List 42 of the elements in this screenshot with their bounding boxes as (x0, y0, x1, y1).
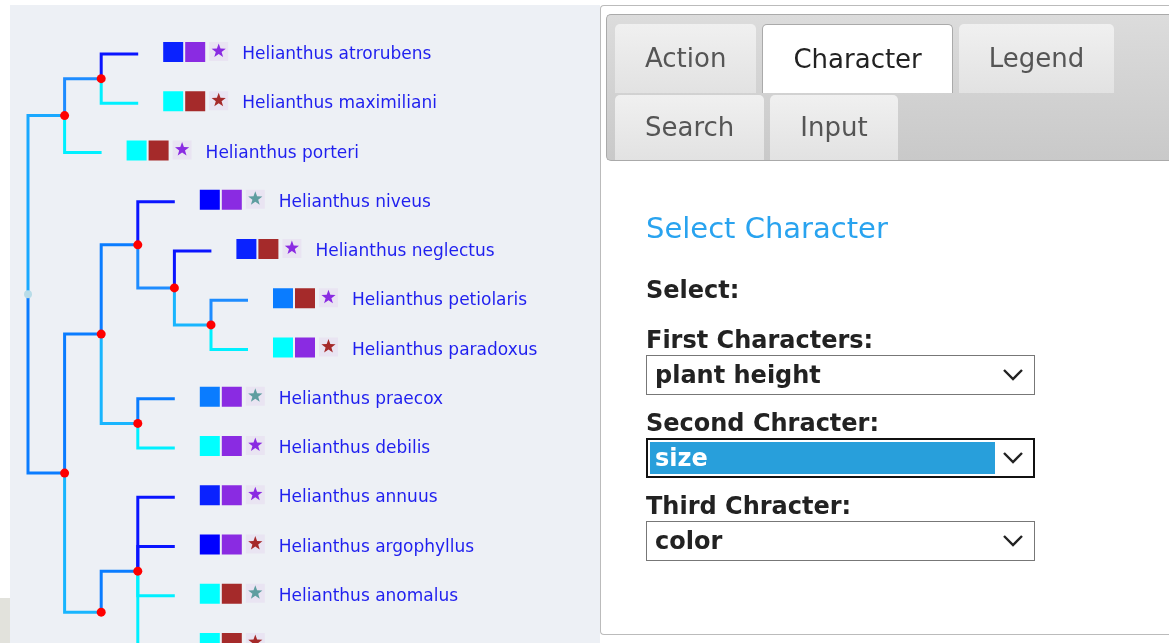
species-label[interactable]: Helianthus porteri (205, 141, 359, 162)
node-dot (96, 74, 106, 84)
species-label[interactable]: Helianthus praecox (278, 387, 444, 408)
chevron-down-icon (1003, 452, 1023, 464)
node-dot (96, 329, 106, 339)
node-dot (133, 240, 143, 250)
field-label: Third Chracter: (646, 491, 853, 521)
species-label[interactable]: Helianthus petiolaris (352, 289, 528, 310)
species-label[interactable]: Helianthus anomalus (278, 584, 459, 605)
node-dot (24, 290, 32, 299)
species-label[interactable]: Helianthus maximiliani (242, 92, 437, 113)
node-dot (169, 283, 179, 293)
tab[interactable]: Legend (958, 24, 1115, 93)
section-label: Select: (646, 275, 741, 305)
tab[interactable]: Character (762, 24, 953, 93)
tab[interactable]: Action (615, 24, 757, 93)
node-dot (96, 607, 106, 617)
species-label[interactable]: Helianthus annuus (278, 486, 438, 507)
node-dot (133, 566, 143, 576)
chevron-down-icon (1003, 535, 1023, 547)
species-label[interactable]: Helianthus atrorubens (242, 43, 432, 63)
node-dot (133, 418, 143, 428)
dropdown[interactable]: color (646, 521, 1035, 561)
species-label[interactable]: Helianthus neglectus (315, 240, 495, 260)
field-label: Second Chracter: (646, 408, 881, 438)
panel-title: Select Character (646, 211, 889, 245)
dropdown[interactable]: plant height (646, 355, 1035, 395)
tab[interactable]: Input (770, 95, 898, 160)
chevron-down-icon (1003, 369, 1023, 381)
species-label[interactable]: Helianthus debilis (278, 437, 431, 457)
node-dot (60, 111, 70, 121)
star-icon (282, 239, 302, 258)
node-dot (206, 320, 216, 330)
tab[interactable]: Search (615, 95, 765, 160)
page-background (0, 598, 10, 643)
star-icon (245, 633, 265, 643)
star-icon (209, 42, 229, 61)
node-dot (60, 468, 70, 478)
species-label[interactable]: Helianthus paradoxus (352, 338, 538, 359)
species-label[interactable]: Helianthus argophyllus (278, 535, 475, 556)
field-label: First Characters: (646, 325, 875, 355)
species-label[interactable]: Helianthus niveus (278, 190, 431, 211)
